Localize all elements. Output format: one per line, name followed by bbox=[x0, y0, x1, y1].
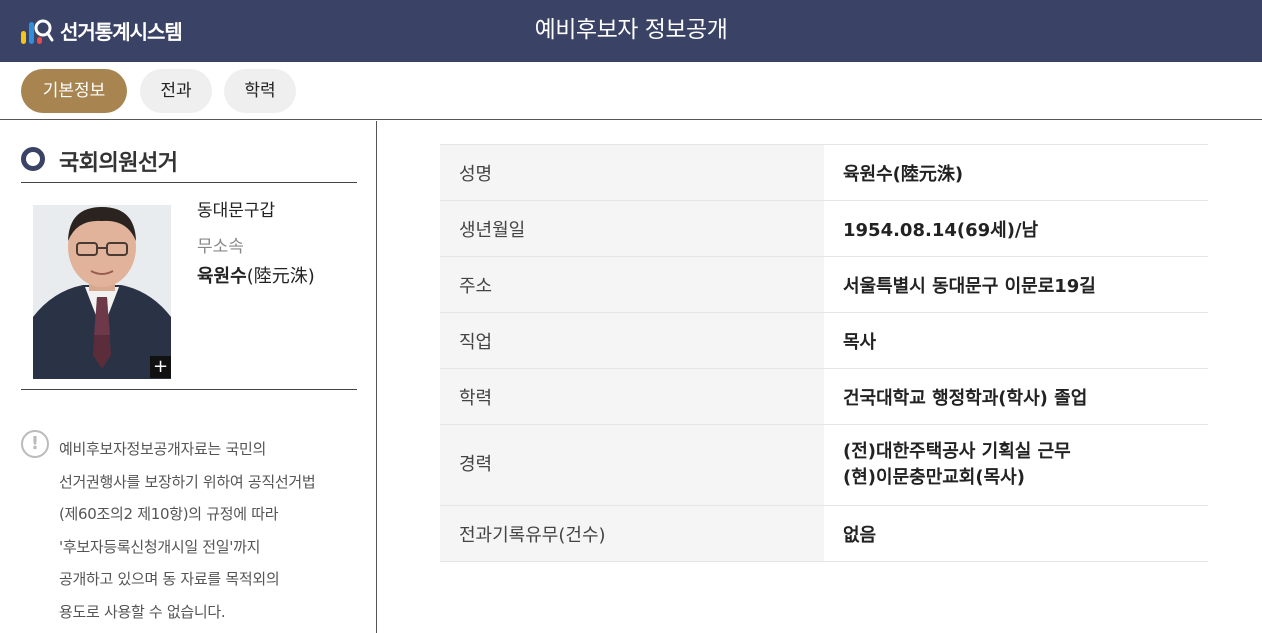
notice-line: 용도로 사용할 수 없습니다. bbox=[59, 602, 226, 621]
notice-line: 공개하고 있으며 동 자료를 목적외의 bbox=[59, 570, 280, 589]
tab-criminal-record[interactable]: 전과 bbox=[140, 69, 212, 113]
candidate-name-hanja: (陸元洙) bbox=[246, 266, 315, 287]
notice-line: 선거권행사를 보장하기 위하여 공직선거법 bbox=[59, 472, 316, 491]
page-title: 예비후보자 정보공개 bbox=[534, 17, 728, 43]
row-label: 생년월일 bbox=[440, 200, 824, 257]
tab-bar: 기본정보 전과 학력 bbox=[0, 62, 1262, 120]
candidate-photo bbox=[33, 205, 171, 379]
party-name: 무소속 bbox=[197, 237, 244, 257]
candidate-summary-panel: 국회의원선거 + 동대문구갑 무소속 육원수(陸元洙) ! 예비후보자정보공개자… bbox=[0, 121, 377, 633]
table-row-address: 주소 서울특별시 동대문구 이문로19길 bbox=[440, 256, 1208, 313]
info-exclamation-icon: ! bbox=[21, 430, 49, 458]
candidate-info-table: 성명 육원수(陸元洙) 생년월일 1954.08.14(69세)/남 주소 서울… bbox=[440, 144, 1208, 562]
row-value: 없음 bbox=[824, 505, 1208, 562]
row-label: 직업 bbox=[440, 312, 824, 369]
row-value: 1954.08.14(69세)/남 bbox=[824, 200, 1208, 257]
tab-basic-info[interactable]: 기본정보 bbox=[21, 69, 127, 113]
photo-enlarge-button[interactable]: + bbox=[150, 356, 171, 378]
candidate-name: 육원수(陸元洙) bbox=[197, 262, 315, 288]
tab-education[interactable]: 학력 bbox=[224, 69, 296, 113]
row-label: 학력 bbox=[440, 368, 824, 425]
table-row-name: 성명 육원수(陸元洙) bbox=[440, 144, 1208, 201]
election-title: 국회의원선거 bbox=[21, 145, 357, 183]
table-row-education: 학력 건국대학교 행정학과(학사) 졸업 bbox=[440, 368, 1208, 425]
header-bar: 선거통계시스템 예비후보자 정보공개 bbox=[0, 0, 1262, 62]
career-line: (전)대한주택공사 기획실 근무 bbox=[843, 441, 1071, 462]
row-label: 전과기록유무(건수) bbox=[440, 505, 824, 562]
district-name: 동대문구갑 bbox=[197, 201, 276, 221]
notice-line: 예비후보자정보공개자료는 국민의 bbox=[59, 440, 266, 458]
notice-line: (제60조의2 제10항)의 규정에 따라 bbox=[59, 505, 279, 524]
table-row-occupation: 직업 목사 bbox=[440, 312, 1208, 369]
table-row-career: 경력 (전)대한주택공사 기획실 근무 (현)이문충만교회(목사) bbox=[440, 424, 1208, 506]
notice-line: '후보자등록신청개시일 전일'까지 bbox=[59, 537, 261, 556]
table-row-criminal-record: 전과기록유무(건수) 없음 bbox=[440, 505, 1208, 562]
ring-bullet-icon bbox=[21, 147, 45, 171]
row-label: 성명 bbox=[440, 144, 824, 201]
disclosure-notice: 예비후보자정보공개자료는 국민의 선거권행사를 보장하기 위하여 공직선거법 (… bbox=[59, 433, 364, 629]
career-line: (현)이문충만교회(목사) bbox=[843, 467, 1025, 488]
row-label: 주소 bbox=[440, 256, 824, 313]
row-value: (전)대한주택공사 기획실 근무 (현)이문충만교회(목사) bbox=[824, 424, 1208, 506]
divider bbox=[21, 389, 357, 390]
table-row-birthdate: 생년월일 1954.08.14(69세)/남 bbox=[440, 200, 1208, 257]
row-value: 건국대학교 행정학과(학사) 졸업 bbox=[824, 368, 1208, 425]
row-value: 육원수(陸元洙) bbox=[824, 144, 1208, 201]
row-value: 목사 bbox=[824, 312, 1208, 369]
candidate-name-korean: 육원수 bbox=[197, 266, 247, 287]
election-name: 국회의원선거 bbox=[59, 151, 178, 176]
row-label: 경력 bbox=[440, 424, 824, 506]
row-value: 서울특별시 동대문구 이문로19길 bbox=[824, 256, 1208, 313]
